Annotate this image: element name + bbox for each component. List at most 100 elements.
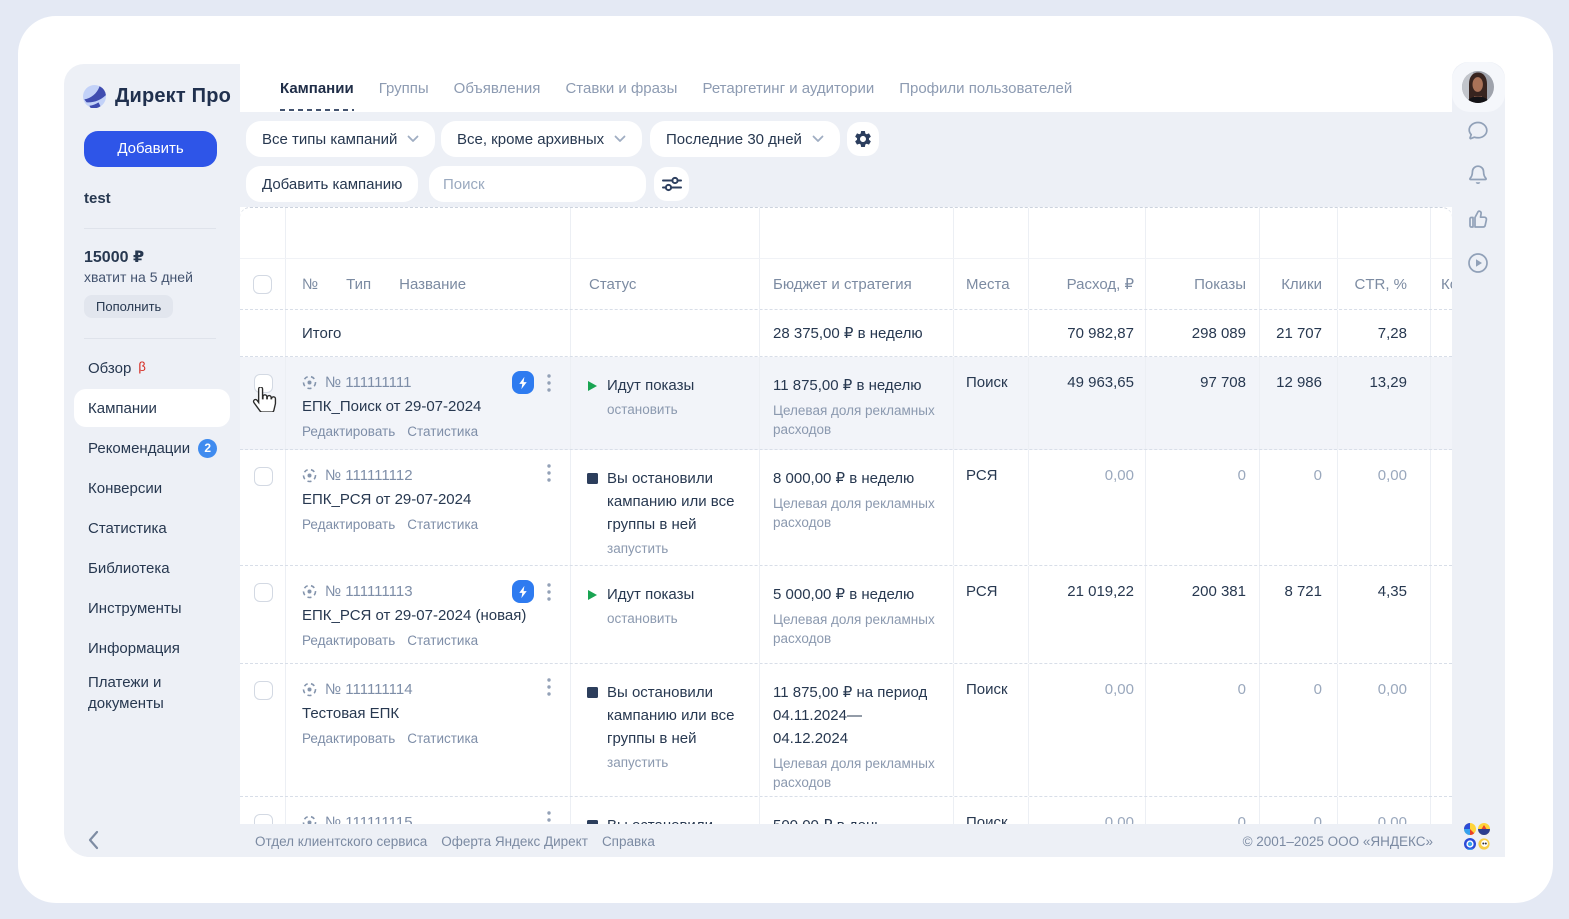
direct-pro-logo-icon [83,85,106,108]
sidebar-item-tools[interactable]: Инструменты [64,588,240,628]
bell-icon[interactable] [1466,163,1490,187]
budget-note: Целевая доля рекламных расходов [773,754,937,792]
cost-cell: 21 019,22 [1028,566,1145,663]
avatar[interactable] [1462,71,1494,103]
footer-link-offer[interactable]: Оферта Яндекс Директ [441,834,588,849]
sidebar-item-overview[interactable]: Обзор β [64,348,240,388]
footer-link-help[interactable]: Справка [602,834,655,849]
select-all-checkbox[interactable] [253,275,272,294]
period-filter[interactable]: Последние 30 дней [650,121,840,157]
edit-link[interactable]: Редактировать [302,517,395,532]
footer-link-support[interactable]: Отдел клиентского сервиса [255,834,427,849]
sidebar-item-label: Обзор [88,360,131,377]
sidebar-item-label: Информация [88,640,180,657]
stats-link[interactable]: Статистика [407,633,478,648]
add-campaign-button[interactable]: Добавить кампанию [246,166,418,202]
status-action-link[interactable]: остановить [607,611,759,626]
tab-profiles[interactable]: Профили пользователей [899,66,1072,111]
campaign-number: № 111111113 [325,583,413,600]
sidebar-item-statistics[interactable]: Статистика [64,508,240,548]
campaign-type-filter[interactable]: Все типы кампаний [246,121,435,157]
campaign-number: № 111111112 [325,467,413,484]
playing-status-icon [587,380,598,392]
boost-badge[interactable] [512,371,534,394]
tab-groups[interactable]: Группы [379,66,429,111]
budget-note: Целевая доля рекламных расходов [773,401,937,439]
stopped-status-icon [587,473,598,484]
row-checkbox[interactable] [254,681,273,700]
tab-campaigns[interactable]: Кампании [280,66,354,111]
like-icon[interactable] [1466,207,1490,231]
search-input[interactable] [429,166,646,202]
campaign-row: № 111111115 Вы остановили 500,00 ₽ в ден… [240,797,1452,824]
sidebar-item-information[interactable]: Информация [64,628,240,668]
ctr-cell: 0,00 [1337,797,1430,824]
logo[interactable]: Директ Про [83,85,231,108]
kebab-menu-icon[interactable] [547,583,551,601]
campaign-name: ЕПК_РСЯ от 29-07-2024 (новая) [302,607,570,624]
ctr-cell: 4,35 [1337,566,1430,663]
tab-retargeting[interactable]: Ретаргетинг и аудитории [702,66,874,111]
budget-text: 11 875,00 ₽ в неделю [773,374,933,397]
col-clicks: Клики [1259,259,1337,309]
clicks-cell: 0 [1259,797,1337,824]
kebab-menu-icon[interactable] [547,811,551,824]
copyright: © 2001–2025 ООО «ЯНДЕКС» [1243,834,1433,849]
sidebar-item-label: Инструменты [88,600,182,617]
sidebar-item-payments[interactable]: Платежи и документы [64,668,184,730]
place-cell: Поиск [953,664,1028,796]
stopped-status-icon [587,820,598,824]
archive-filter[interactable]: Все, кроме архивных [441,121,642,157]
budget-note: Целевая доля рекламных расходов [773,494,937,532]
budget-note: Целевая доля рекламных расходов [773,610,937,648]
playing-status-icon [587,589,598,601]
play-video-icon[interactable] [1466,251,1490,275]
stopped-status-icon [587,687,598,698]
col-type: Тип [346,276,371,293]
status-text: Идут показы [607,583,745,606]
recommendations-badge: 2 [198,439,217,458]
tab-bids[interactable]: Ставки и фразы [565,66,677,111]
stats-link[interactable]: Статистика [407,517,478,532]
kebab-menu-icon[interactable] [547,374,551,392]
chevron-down-icon [407,135,419,143]
kebab-menu-icon[interactable] [547,678,551,696]
sidebar-item-conversions[interactable]: Конверсии [64,468,240,508]
stats-link[interactable]: Статистика [407,424,478,439]
sidebar-item-recommendations[interactable]: Рекомендации 2 [64,428,240,468]
status-action-link[interactable]: запустить [607,755,759,770]
campaign-row: № 111111112 ЕПК_РСЯ от 29-07-2024 Редакт… [240,450,1452,566]
sidebar-item-library[interactable]: Библиотека [64,548,240,588]
row-checkbox[interactable] [254,467,273,486]
row-checkbox[interactable] [254,583,273,602]
service-logo-icon [1464,838,1476,850]
stats-link[interactable]: Статистика [407,731,478,746]
status-text: Идут показы [607,374,745,397]
campaign-name: ЕПК_РСЯ от 29-07-2024 [302,491,570,508]
topup-button[interactable]: Пополнить [84,295,173,318]
edit-link[interactable]: Редактировать [302,424,395,439]
add-button[interactable]: Добавить [84,131,217,167]
impressions-cell: 0 [1145,797,1259,824]
row-checkbox[interactable] [254,814,273,824]
col-impressions: Показы [1145,259,1259,309]
campaign-row: № 111111113 ЕПК_РСЯ от 29-07-2024 (новая… [240,566,1452,664]
logo-text: Директ Про [115,85,231,108]
campaign-type-icon [302,682,317,697]
collapse-sidebar-button[interactable] [86,829,102,851]
table-settings-button[interactable] [847,122,879,156]
filter-settings-button[interactable] [654,167,689,201]
tab-ads[interactable]: Объявления [454,66,541,111]
status-action-link[interactable]: запустить [607,541,759,556]
sidebar-item-label: Конверсии [88,480,162,497]
status-action-link[interactable]: остановить [607,402,759,417]
edit-link[interactable]: Редактировать [302,731,395,746]
sidebar-item-campaigns[interactable]: Кампании [74,389,230,427]
chat-icon[interactable] [1466,119,1490,143]
boost-badge[interactable] [512,580,534,603]
sidebar-divider [84,338,216,339]
cost-cell: 0,00 [1028,450,1145,565]
kebab-menu-icon[interactable] [547,464,551,482]
campaign-number: № 111111111 [325,374,411,391]
edit-link[interactable]: Редактировать [302,633,395,648]
